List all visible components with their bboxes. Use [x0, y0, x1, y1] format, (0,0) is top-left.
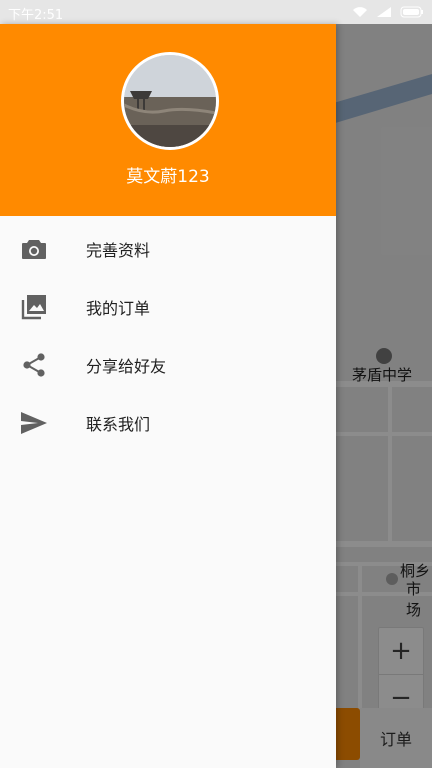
send-icon [20, 409, 48, 437]
avatar[interactable] [121, 52, 219, 150]
photo-library-icon [20, 293, 48, 321]
avatar-photo [124, 55, 216, 147]
battery-icon [400, 6, 423, 18]
status-bar: 下午2:51 [0, 0, 432, 24]
menu-item-complete-profile[interactable]: 完善资料 [0, 220, 336, 278]
drawer-menu: 完善资料 我的订单 分享给好友 联系我们 [0, 216, 336, 452]
menu-item-label: 联系我们 [86, 415, 151, 434]
camera-icon [20, 235, 48, 263]
menu-item-label: 我的订单 [86, 299, 151, 318]
status-time: 下午2:51 [8, 8, 64, 23]
signal-icon [377, 7, 391, 17]
wifi-icon [353, 7, 367, 17]
menu-item-my-orders[interactable]: 我的订单 [0, 278, 336, 336]
username[interactable]: 莫文蔚123 [0, 162, 336, 187]
status-icons [352, 6, 424, 18]
menu-item-share[interactable]: 分享给好友 [0, 336, 336, 394]
navigation-drawer: 莫文蔚123 完善资料 我的订单 分享给好友 联系我们 [0, 24, 336, 768]
drawer-header: 莫文蔚123 [0, 24, 336, 216]
menu-item-label: 完善资料 [86, 241, 151, 260]
menu-item-label: 分享给好友 [86, 357, 167, 376]
share-icon [20, 351, 48, 379]
menu-item-contact-us[interactable]: 联系我们 [0, 394, 336, 452]
